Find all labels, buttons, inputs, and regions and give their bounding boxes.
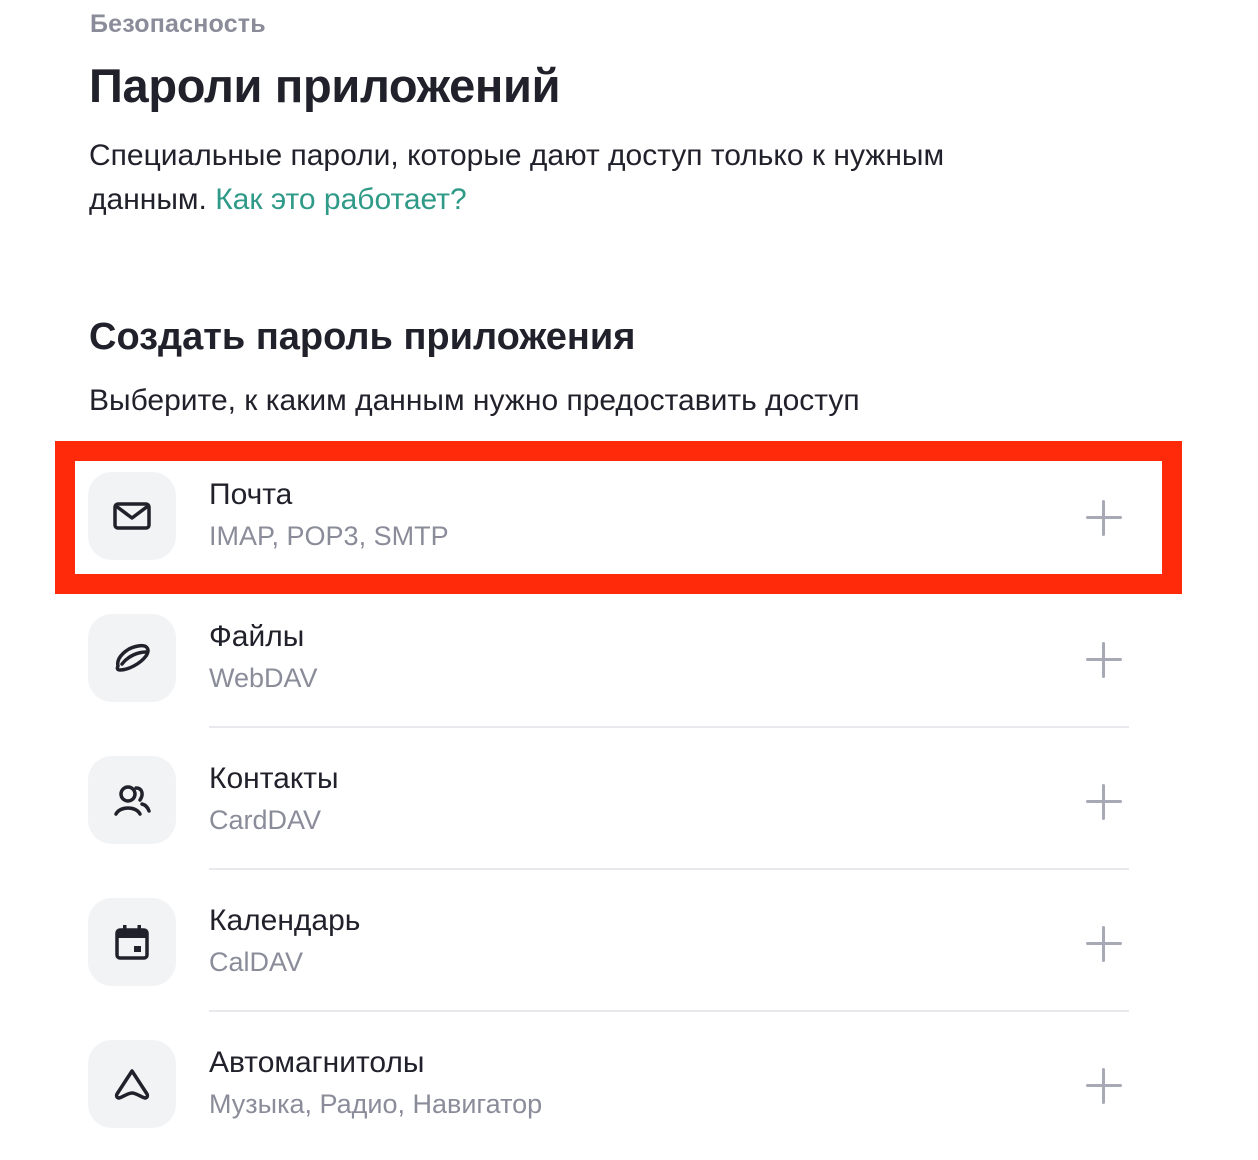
icon-container <box>88 756 176 844</box>
list-item-subtitle: Музыка, Радио, Навигатор <box>209 1089 543 1119</box>
list-item-contacts[interactable]: Контакты CardDAV <box>0 728 1258 870</box>
list-item-title: Автомагнитолы <box>209 1046 425 1079</box>
icon-container <box>88 614 176 702</box>
mail-icon <box>113 502 151 530</box>
list-item-calendar[interactable]: Календарь CalDAV <box>0 870 1258 1012</box>
add-calendar-password-button[interactable] <box>1082 922 1126 966</box>
section-subtitle: Выберите, к каким данным нужно предостав… <box>89 384 860 417</box>
list-item-subtitle: IMAP, POP3, SMTP <box>209 521 449 551</box>
icon-container <box>88 898 176 986</box>
breadcrumb[interactable]: Безопасность <box>90 10 266 39</box>
list-item-title: Контакты <box>209 762 339 795</box>
section-title: Создать пароль приложения <box>89 316 636 358</box>
page-title: Пароли приложений <box>89 59 561 112</box>
list-item-subtitle: CalDAV <box>209 947 304 977</box>
page-description: Специальные пароли, которые дают доступ … <box>89 134 1069 222</box>
add-car-radio-password-button[interactable] <box>1082 1064 1126 1108</box>
how-it-works-link[interactable]: Как это работает? <box>215 183 466 216</box>
disk-icon <box>115 643 150 672</box>
calendar-icon <box>115 925 149 960</box>
add-mail-password-button[interactable] <box>1082 496 1126 540</box>
contacts-icon <box>114 785 151 816</box>
list-item-subtitle: WebDAV <box>209 663 318 693</box>
add-contacts-password-button[interactable] <box>1082 780 1126 824</box>
icon-container <box>88 1040 176 1128</box>
add-files-password-button[interactable] <box>1082 638 1126 682</box>
car-icon <box>114 1069 150 1100</box>
list-item-title: Файлы <box>209 620 305 653</box>
list-item-mail[interactable]: Почта IMAP, POP3, SMTP <box>0 444 1258 586</box>
list-item-title: Почта <box>209 478 293 511</box>
list-item-files[interactable]: Файлы WebDAV <box>0 586 1258 728</box>
list-item-car-radio[interactable]: Автомагнитолы Музыка, Радио, Навигатор <box>0 1012 1258 1154</box>
list-item-subtitle: CardDAV <box>209 805 322 835</box>
list-item-title: Календарь <box>209 904 361 937</box>
icon-container <box>88 472 176 560</box>
